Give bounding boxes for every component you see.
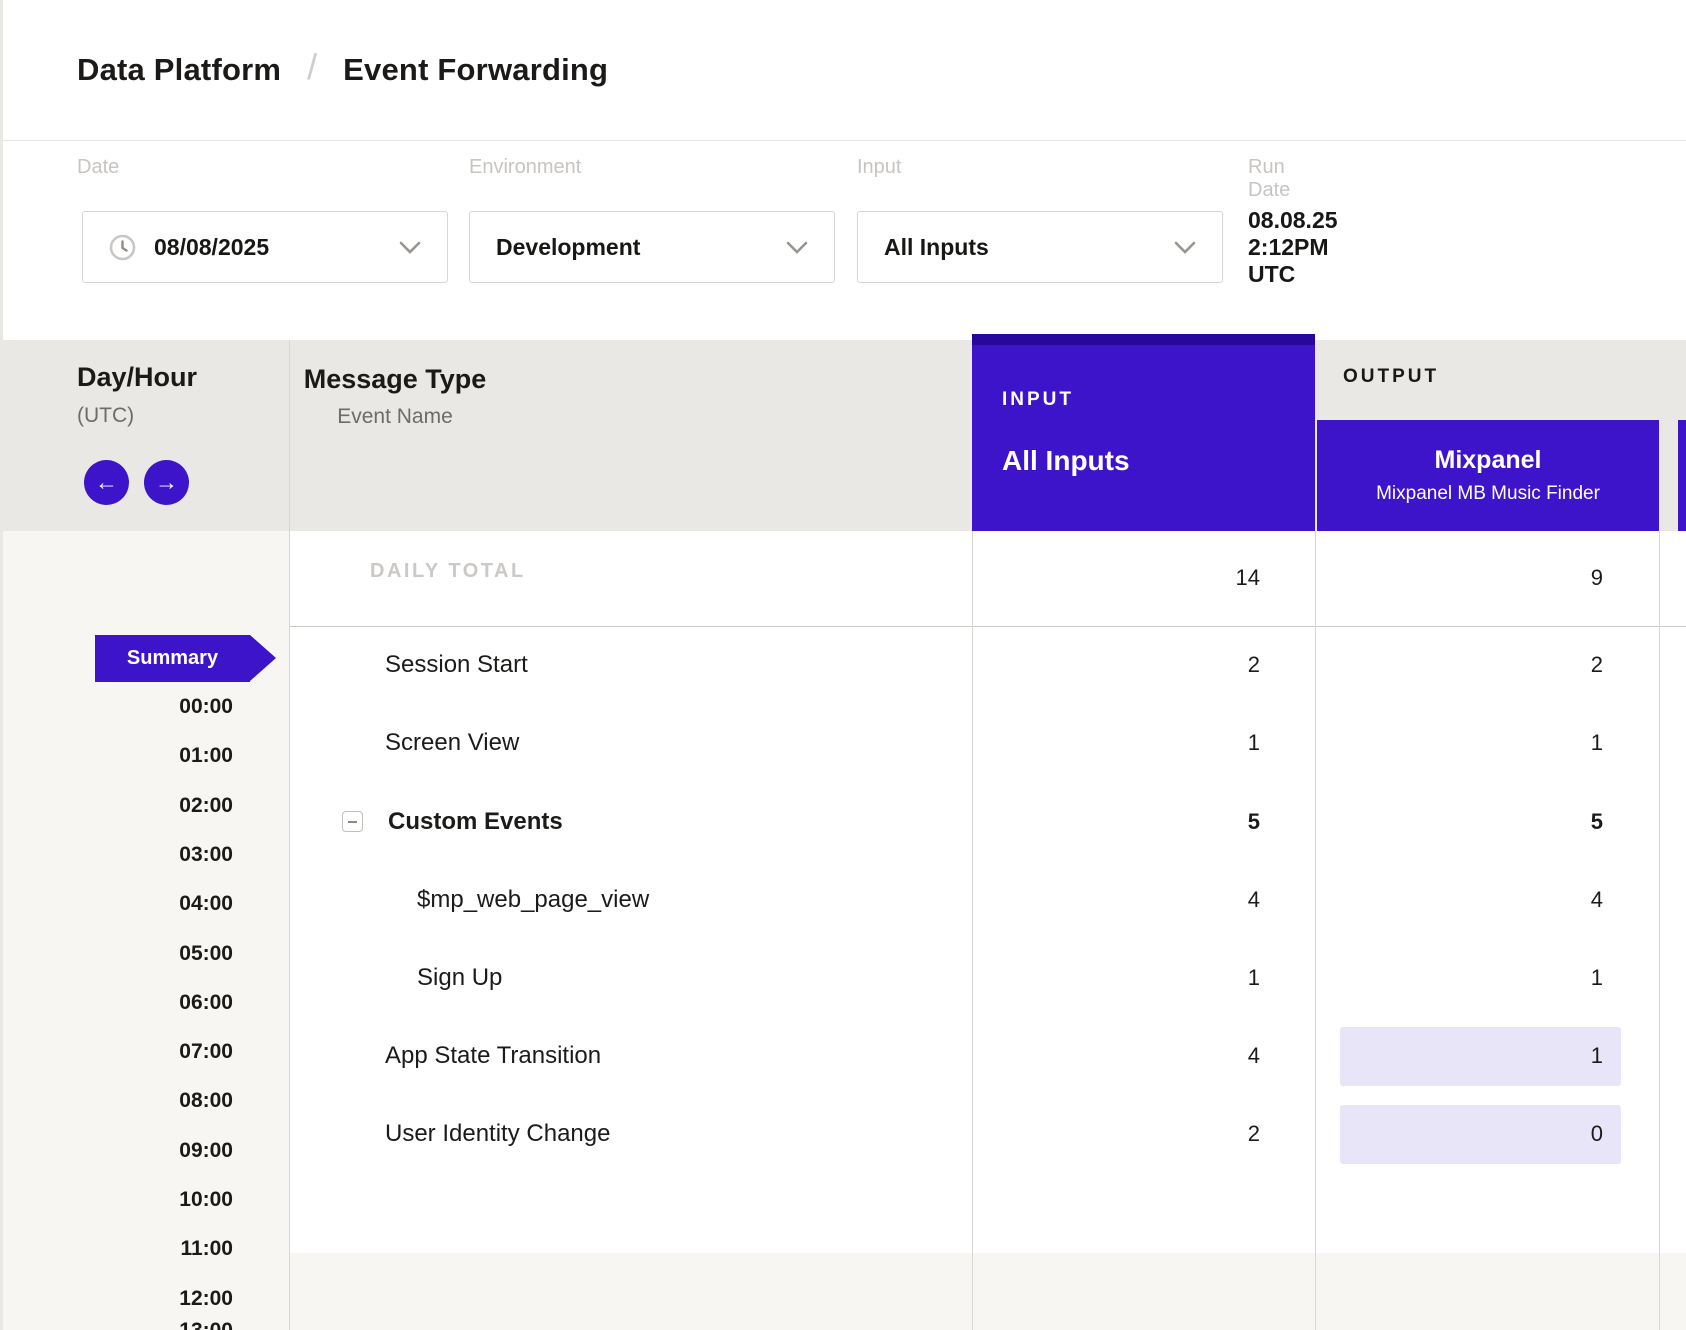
output-column-header-mixpanel: Mixpanel Mixpanel MB Music Finder (1317, 420, 1659, 531)
page-title: Event Forwarding (343, 52, 608, 88)
day-hour-column-title: Day/Hour (77, 362, 197, 393)
run-date-label: Run Date (1248, 156, 1290, 202)
hour-label-01[interactable]: 01:00 (0, 743, 233, 769)
breadcrumb: Data Platform / Event Forwarding (0, 0, 1686, 141)
next-day-button[interactable]: → (144, 460, 189, 505)
event-row-name: Sign Up (417, 964, 502, 992)
previous-day-button[interactable]: ← (84, 460, 129, 505)
hour-label-12[interactable]: 12:00 (0, 1286, 233, 1312)
column-divider (972, 531, 973, 1330)
summary-label: Summary (127, 647, 218, 670)
date-dropdown[interactable]: 08/08/2025 (82, 211, 448, 283)
input-column-header: INPUT All Inputs (972, 334, 1315, 531)
column-divider (1659, 531, 1660, 1330)
breadcrumb-separator: / (307, 46, 317, 88)
environment-filter-label: Environment (469, 156, 581, 179)
event-input-count: 1 (972, 965, 1260, 991)
event-output-count: 5 (1315, 809, 1603, 835)
hour-label-05[interactable]: 05:00 (0, 941, 233, 967)
chevron-down-icon (399, 241, 421, 254)
daily-total-label: DAILY TOTAL (370, 560, 526, 583)
input-column-name: All Inputs (1002, 445, 1130, 477)
next-output-column-partial (1678, 420, 1686, 531)
event-output-count: 1 (1315, 1043, 1603, 1069)
event-row-name: App State Transition (385, 1042, 601, 1070)
event-input-count: 1 (972, 730, 1260, 756)
day-hour-column-subtitle: (UTC) (77, 404, 134, 428)
collapse-toggle-icon[interactable] (342, 811, 363, 832)
connection-name: Mixpanel (1435, 446, 1542, 475)
hour-label-08[interactable]: 08:00 (0, 1088, 233, 1114)
hour-label-10[interactable]: 10:00 (0, 1187, 233, 1213)
empty-rows-area (289, 1253, 1686, 1330)
hour-label-02[interactable]: 02:00 (0, 793, 233, 819)
daily-total-divider (289, 626, 1686, 627)
event-input-count: 4 (972, 887, 1260, 913)
event-output-count: 2 (1315, 652, 1603, 678)
arrow-left-icon: ← (95, 471, 118, 494)
event-row-name: User Identity Change (385, 1120, 610, 1148)
event-input-count: 4 (972, 1043, 1260, 1069)
date-value: 08/08/2025 (154, 234, 269, 261)
message-type-column-header: Message Type Event Name (300, 364, 490, 429)
event-output-count: 4 (1315, 887, 1603, 913)
event-output-count: 0 (1315, 1121, 1603, 1147)
event-forwarding-page: Data Platform / Event Forwarding Date 08… (0, 0, 1686, 1330)
hour-label-11[interactable]: 11:00 (0, 1236, 233, 1262)
run-date-value: 08.08.25 2:12PM UTC (1248, 211, 1338, 283)
connection-subtitle: Mixpanel MB Music Finder (1376, 483, 1600, 505)
environment-dropdown[interactable]: Development (469, 211, 835, 283)
event-group-name: Custom Events (388, 808, 563, 836)
hour-label-13[interactable]: 13:00 (0, 1318, 233, 1330)
event-output-count: 1 (1315, 730, 1603, 756)
input-filter-label: Input (857, 156, 901, 179)
hour-label-00[interactable]: 00:00 (0, 694, 233, 720)
arrow-right-icon: → (155, 471, 178, 494)
daily-total-input-value: 14 (972, 565, 1260, 591)
input-group-label: INPUT (1002, 389, 1074, 411)
column-divider (289, 340, 290, 1330)
message-type-title: Message Type (300, 364, 490, 395)
hour-label-03[interactable]: 03:00 (0, 842, 233, 868)
input-value: All Inputs (884, 234, 989, 261)
event-output-count: 1 (1315, 965, 1603, 991)
daily-total-output-value: 9 (1315, 565, 1603, 591)
minus-icon (348, 821, 357, 823)
output-group-label: OUTPUT (1343, 366, 1439, 388)
hour-label-09[interactable]: 09:00 (0, 1138, 233, 1164)
message-type-subtitle: Event Name (300, 405, 490, 429)
environment-value: Development (496, 234, 640, 261)
hour-label-07[interactable]: 07:00 (0, 1039, 233, 1065)
event-row-name: $mp_web_page_view (417, 886, 649, 914)
filter-bar: Date 08/08/2025 Environment Development (0, 142, 1686, 340)
event-input-count: 2 (972, 652, 1260, 678)
breadcrumb-section[interactable]: Data Platform (77, 52, 281, 88)
event-row-name: Session Start (385, 651, 528, 679)
chevron-down-icon (1174, 241, 1196, 254)
summary-row-badge[interactable]: Summary (95, 635, 250, 682)
hour-label-04[interactable]: 04:00 (0, 891, 233, 917)
hour-label-06[interactable]: 06:00 (0, 990, 233, 1016)
date-filter-label: Date (77, 156, 119, 179)
event-row-name: Screen View (385, 729, 519, 757)
day-navigation: ← → (84, 460, 189, 505)
clock-icon (109, 234, 136, 261)
window-left-edge (0, 0, 3, 1330)
event-input-count: 2 (972, 1121, 1260, 1147)
input-dropdown[interactable]: All Inputs (857, 211, 1223, 283)
event-input-count: 5 (972, 809, 1260, 835)
chevron-down-icon (786, 241, 808, 254)
column-divider (1315, 531, 1316, 1330)
